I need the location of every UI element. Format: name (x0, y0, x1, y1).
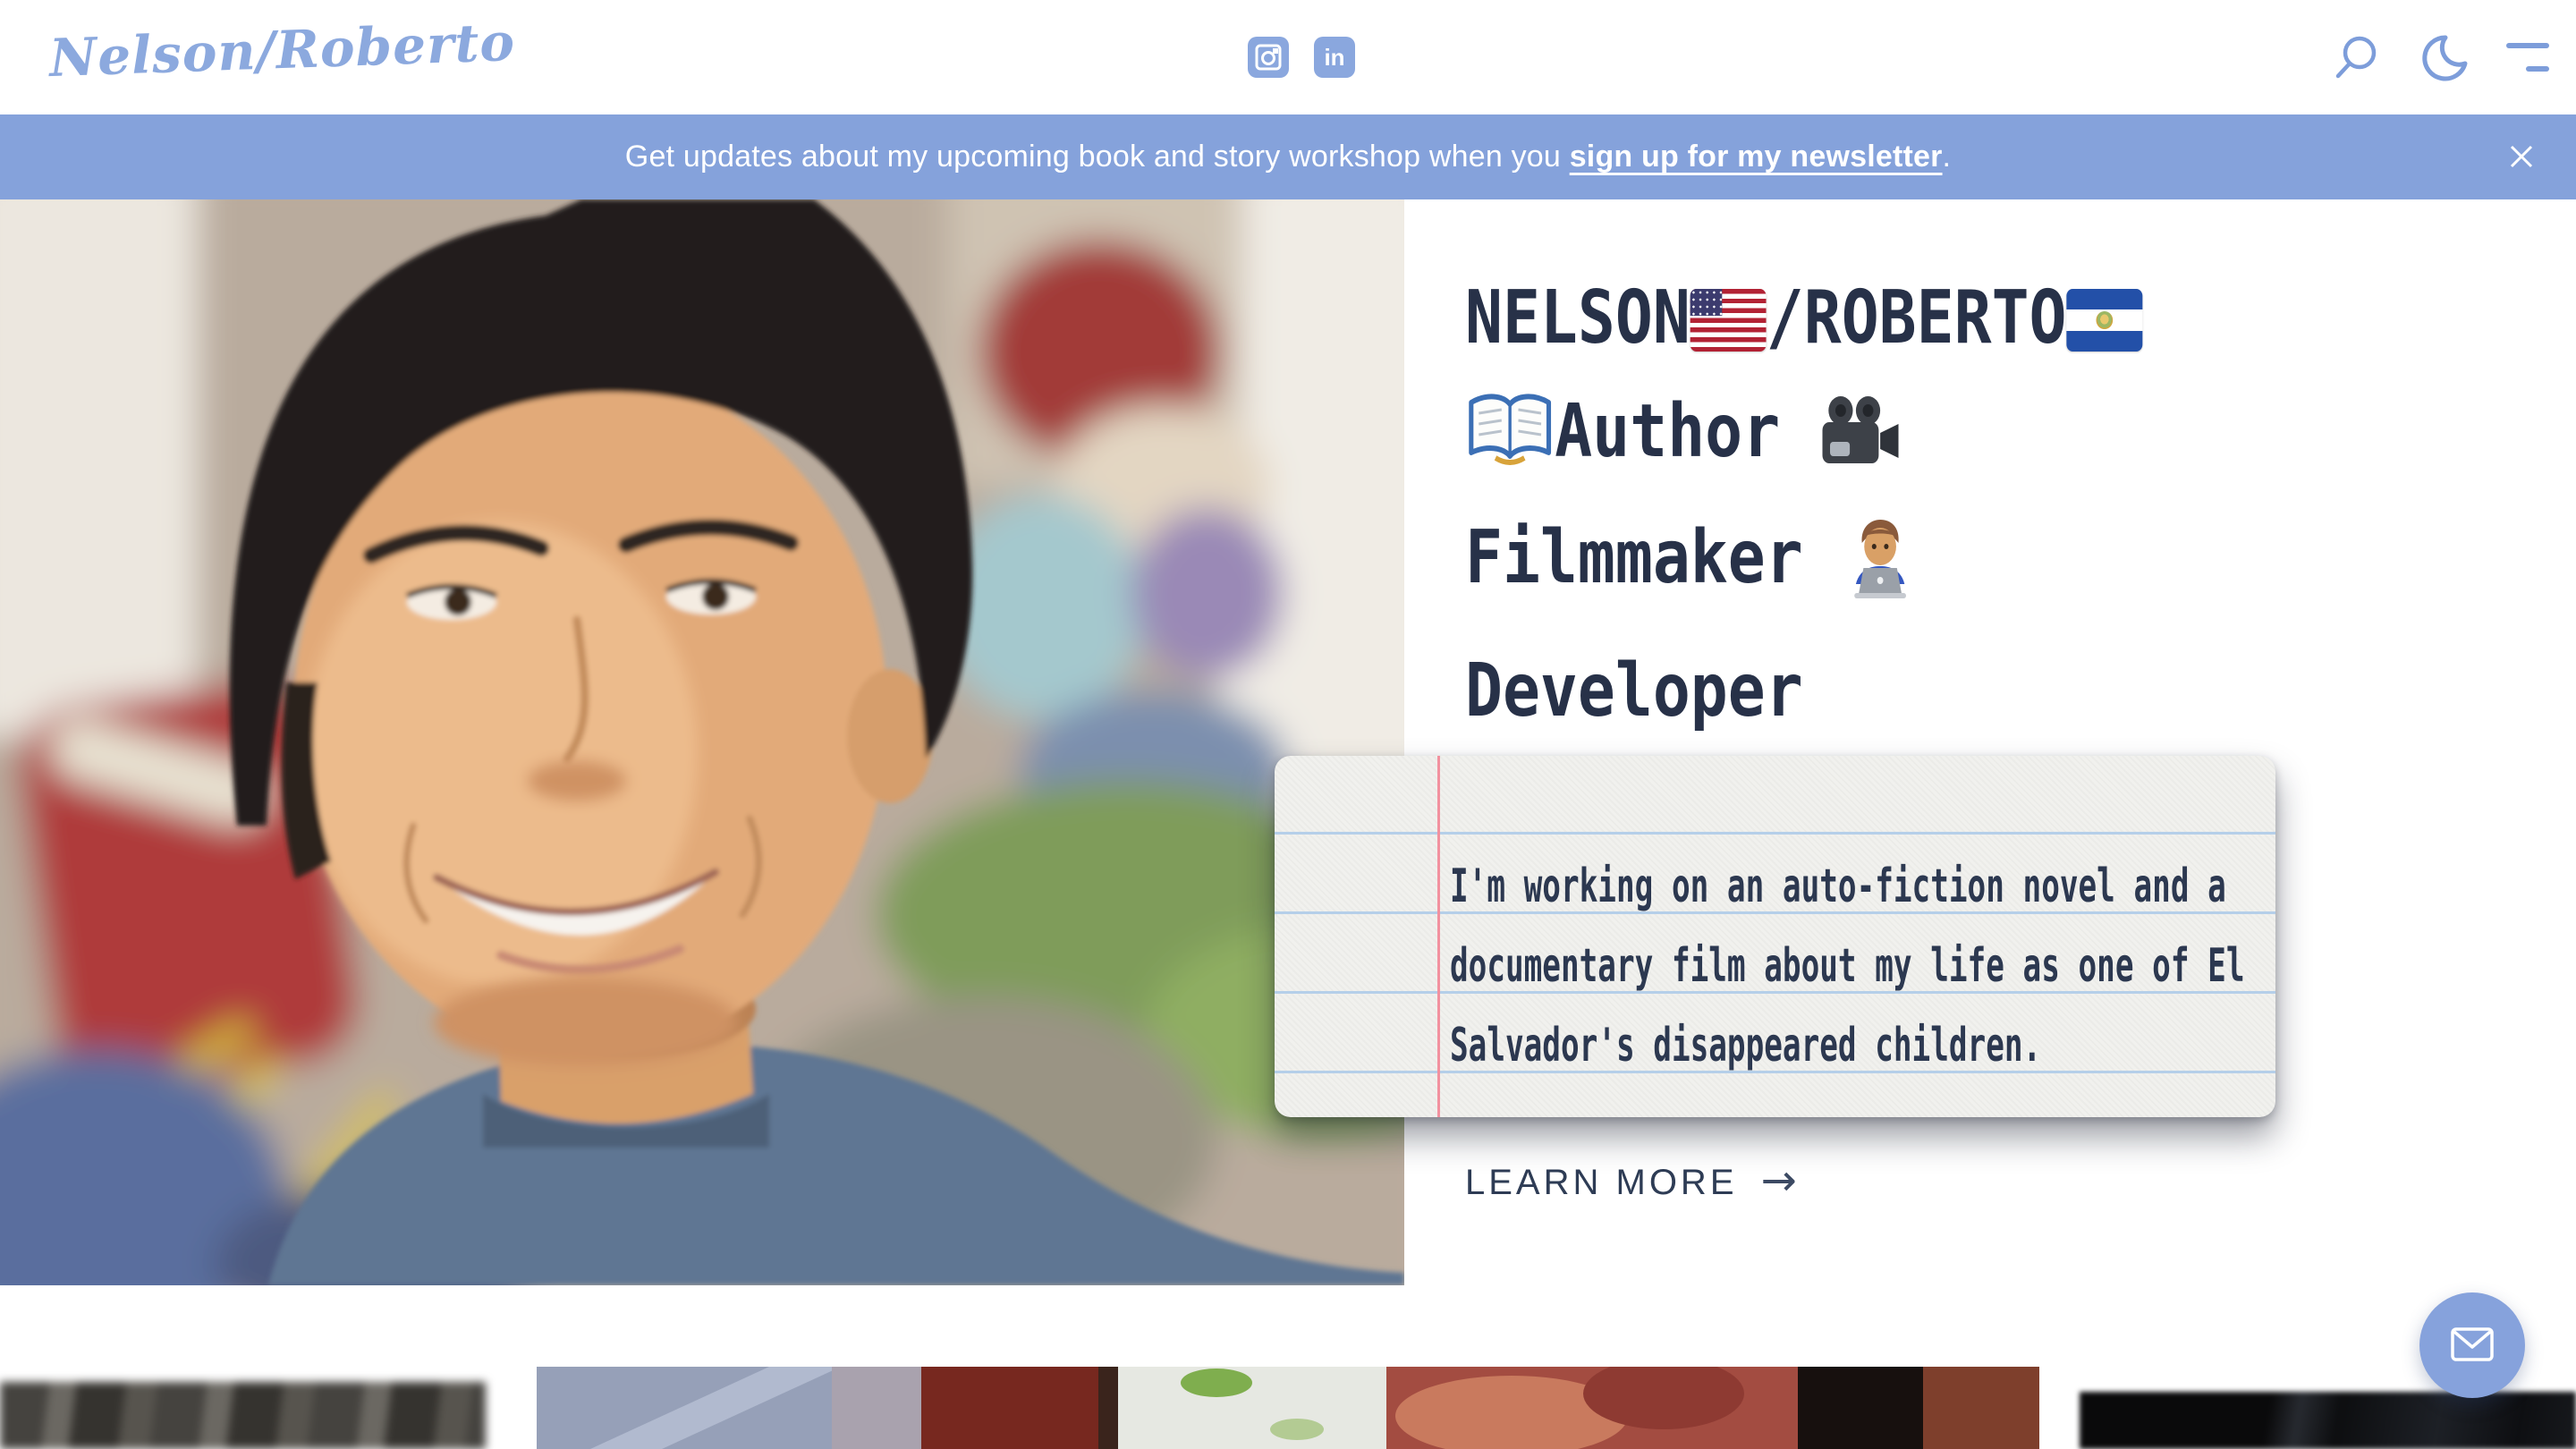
search-icon[interactable] (2331, 31, 2383, 83)
learn-more-link[interactable]: LEARN MORE → (1465, 1159, 1797, 1206)
paper-margin-line (1437, 756, 1440, 1117)
instagram-link[interactable] (1248, 37, 1289, 78)
el-salvador-flag-emoji (2066, 289, 2142, 352)
menu-icon[interactable] (2506, 43, 2549, 72)
envelope-icon (2450, 1326, 2495, 1366)
hero-heading: NELSON/ROBERTO Author (1465, 261, 2262, 748)
gallery-thumbnail-dark-scene[interactable] (2080, 1392, 2576, 1449)
heading-line-2: Author (1465, 375, 2142, 501)
note-line-2: documentary film about my life as one of… (1450, 939, 2244, 993)
menu-line-bottom (2526, 66, 2549, 72)
newsletter-signup-link[interactable]: sign up for my newsletter (1570, 140, 1943, 174)
open-book-emoji (1465, 387, 1555, 501)
gallery-thumbnail-portrait[interactable] (537, 1367, 2039, 1449)
linkedin-icon: in (1324, 44, 1344, 72)
hero-portrait-photo (0, 199, 1404, 1285)
heading-line-4: Developer (1465, 634, 2142, 748)
learn-more-label: LEARN MORE (1465, 1163, 1738, 1203)
note-line-3: Salvador's disappeared children. (1450, 1019, 2041, 1072)
dark-mode-moon-icon[interactable] (2419, 31, 2470, 83)
site-logo[interactable]: Nelson/Roberto (48, 12, 516, 89)
banner-message: Get updates about my upcoming book and s… (625, 140, 1951, 174)
right-arrow-icon: → (1761, 1156, 1797, 1206)
top-nav: Nelson/Roberto in (0, 0, 2576, 114)
linkedin-link[interactable]: in (1314, 37, 1355, 78)
man-technologist-emoji (1841, 516, 1919, 634)
movie-camera-emoji (1818, 386, 1902, 499)
banner-close-icon[interactable] (2504, 140, 2538, 174)
social-links: in (1248, 37, 1355, 78)
note-line-1: I'm working on an auto-fiction novel and… (1450, 860, 2226, 913)
page: Nelson/Roberto in (0, 0, 2576, 1449)
heading-line-3: Filmmaker (1465, 501, 2142, 634)
menu-line-top (2506, 43, 2549, 48)
heading-line-1: NELSON/ROBERTO (1465, 261, 2142, 375)
nav-actions (2331, 0, 2549, 114)
notebook-paper-card: I'm working on an auto-fiction novel and… (1275, 756, 2275, 1117)
paper-rule (1275, 832, 2275, 835)
gallery-thumbnail-dark-texture[interactable] (0, 1382, 486, 1449)
newsletter-banner: Get updates about my upcoming book and s… (0, 114, 2576, 199)
instagram-icon (1255, 44, 1282, 71)
contact-mail-button[interactable] (2419, 1292, 2525, 1398)
us-flag-emoji (1690, 289, 1767, 352)
